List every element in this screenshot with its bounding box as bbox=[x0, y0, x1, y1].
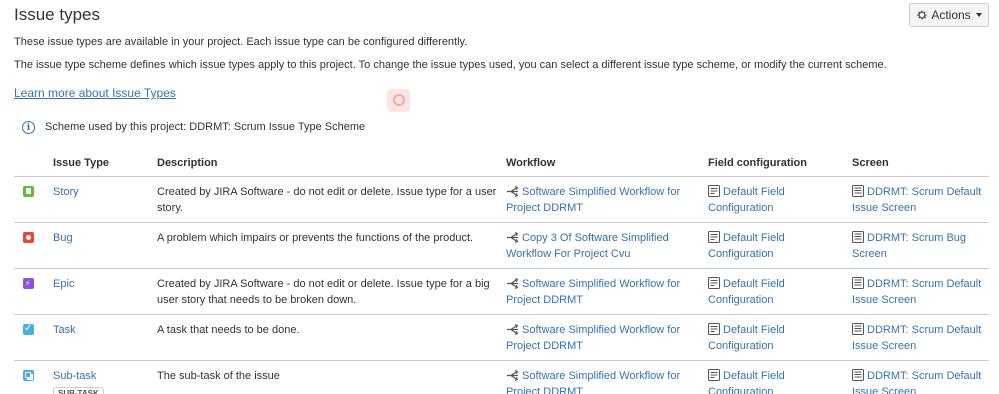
chevron-down-icon bbox=[975, 13, 982, 17]
workflow-link[interactable]: Software Simplified Workflow for Project… bbox=[506, 324, 680, 352]
issue-type-cell: Task bbox=[53, 314, 157, 361]
screen-icon bbox=[852, 276, 864, 289]
workflow-link[interactable]: Software Simplified Workflow for Project… bbox=[506, 186, 680, 214]
screen-icon bbox=[852, 368, 864, 381]
workflow-cell: Copy 3 Of Software Simplified Workflow F… bbox=[506, 222, 708, 269]
issue-type-icon-cell bbox=[14, 176, 53, 223]
actions-dropdown-button[interactable]: Actions bbox=[909, 3, 989, 27]
workflow-icon bbox=[507, 277, 519, 289]
workflow-link[interactable]: Copy 3 Of Software Simplified Workflow F… bbox=[506, 232, 669, 260]
screen-link[interactable]: DDRMT: Scrum Bug Screen bbox=[852, 232, 966, 260]
scheme-help-text: The issue type scheme defines which issu… bbox=[14, 59, 887, 71]
subtask-lozenge: SUB-TASK bbox=[53, 386, 104, 394]
screen-cell: DDRMT: Scrum Default Issue Screen bbox=[852, 360, 989, 394]
workflow-cell: Software Simplified Workflow for Project… bbox=[506, 268, 708, 315]
search-icon bbox=[387, 89, 410, 112]
header-field-configuration: Field configuration bbox=[708, 150, 852, 177]
field-configuration-cell: Default Field Configuration bbox=[708, 222, 852, 269]
field-configuration-cell: Default Field Configuration bbox=[708, 314, 852, 361]
subtask-icon bbox=[23, 369, 34, 381]
issue-type-cell: Story bbox=[53, 176, 157, 223]
issue-type-icon-cell bbox=[14, 268, 53, 315]
header-description: Description bbox=[157, 150, 506, 177]
screen-icon bbox=[852, 322, 864, 335]
screen-link[interactable]: DDRMT: Scrum Default Issue Screen bbox=[852, 186, 981, 214]
field-configuration-icon bbox=[708, 184, 720, 197]
story-icon bbox=[23, 185, 34, 197]
description-cell: A problem which impairs or prevents the … bbox=[157, 222, 506, 269]
actions-label: Actions bbox=[931, 8, 971, 22]
learn-more-link[interactable]: Learn more about Issue Types bbox=[14, 86, 176, 100]
field-configuration-icon bbox=[708, 230, 720, 243]
workflow-icon bbox=[507, 323, 519, 335]
issue-type-link[interactable]: Epic bbox=[53, 278, 74, 290]
table-row: Sub-task SUB-TASK The sub-task of the issu… bbox=[14, 360, 989, 394]
issue-type-cell: Sub-task SUB-TASK bbox=[53, 360, 157, 394]
description-cell: Created by JIRA Software - do not edit o… bbox=[157, 268, 506, 315]
table-row: Story Created by JIRA Software - do not e… bbox=[14, 176, 989, 223]
task-icon bbox=[23, 321, 34, 337]
screen-cell: DDRMT: Scrum Bug Screen bbox=[852, 222, 989, 269]
table-row: Bug A problem which impairs or prevents t… bbox=[14, 222, 989, 269]
field-configuration-icon bbox=[708, 322, 720, 335]
epic-icon bbox=[23, 276, 34, 292]
issue-type-cell: Bug bbox=[53, 222, 157, 269]
table-header-row: Issue Type Description Workflow Field co… bbox=[14, 150, 989, 177]
issue-type-icon-cell bbox=[14, 314, 53, 361]
screen-cell: DDRMT: Scrum Default Issue Screen bbox=[852, 314, 989, 361]
header-icon-column bbox=[14, 150, 53, 177]
workflow-cell: Software Simplified Workflow for Project… bbox=[506, 314, 708, 361]
page-title: Issue types bbox=[14, 5, 100, 24]
description-cell: The sub-task of the issue bbox=[157, 360, 506, 394]
field-configuration-cell: Default Field Configuration bbox=[708, 360, 852, 394]
screen-link[interactable]: DDRMT: Scrum Default Issue Screen bbox=[852, 370, 981, 394]
field-configuration-cell: Default Field Configuration bbox=[708, 176, 852, 223]
issue-type-icon-cell bbox=[14, 360, 53, 394]
workflow-link[interactable]: Software Simplified Workflow for Project… bbox=[506, 370, 680, 394]
screen-icon bbox=[852, 230, 864, 243]
info-icon: i bbox=[22, 121, 35, 134]
field-configuration-icon bbox=[708, 276, 720, 289]
issue-types-table: Issue Type Description Workflow Field co… bbox=[14, 150, 989, 394]
header-workflow: Workflow bbox=[506, 150, 708, 177]
workflow-icon bbox=[507, 185, 519, 197]
workflow-cell: Software Simplified Workflow for Project… bbox=[506, 360, 708, 394]
screen-cell: DDRMT: Scrum Default Issue Screen bbox=[852, 268, 989, 315]
workflow-icon bbox=[507, 231, 519, 243]
header-screen: Screen bbox=[852, 150, 989, 177]
issue-type-link[interactable]: Sub-task bbox=[53, 370, 96, 382]
screen-link[interactable]: DDRMT: Scrum Default Issue Screen bbox=[852, 278, 981, 306]
screen-link[interactable]: DDRMT: Scrum Default Issue Screen bbox=[852, 324, 981, 352]
field-configuration-icon bbox=[708, 368, 720, 381]
table-row: Epic Created by JIRA Software - do not ed… bbox=[14, 268, 989, 315]
field-configuration-cell: Default Field Configuration bbox=[708, 268, 852, 315]
issue-type-cell: Epic bbox=[53, 268, 157, 315]
description-cell: Created by JIRA Software - do not edit o… bbox=[157, 176, 506, 223]
issue-type-link[interactable]: Bug bbox=[53, 232, 73, 244]
intro-text: These issue types are available in your … bbox=[14, 36, 468, 48]
header-issue-type: Issue Type bbox=[53, 150, 157, 177]
scheme-used-text: Scheme used by this project: DDRMT: Scru… bbox=[45, 121, 366, 133]
workflow-icon bbox=[507, 369, 519, 381]
issue-type-link[interactable]: Task bbox=[53, 324, 76, 336]
table-row: Task A task that needs to be done.Softwar… bbox=[14, 314, 989, 361]
issue-type-link[interactable]: Story bbox=[53, 186, 79, 198]
bug-icon bbox=[23, 231, 34, 243]
issue-type-icon-cell bbox=[14, 222, 53, 269]
workflow-cell: Software Simplified Workflow for Project… bbox=[506, 176, 708, 223]
workflow-link[interactable]: Software Simplified Workflow for Project… bbox=[506, 278, 680, 306]
screen-icon bbox=[852, 184, 864, 197]
description-cell: A task that needs to be done. bbox=[157, 314, 506, 361]
gear-icon bbox=[917, 10, 928, 20]
screen-cell: DDRMT: Scrum Default Issue Screen bbox=[852, 176, 989, 223]
